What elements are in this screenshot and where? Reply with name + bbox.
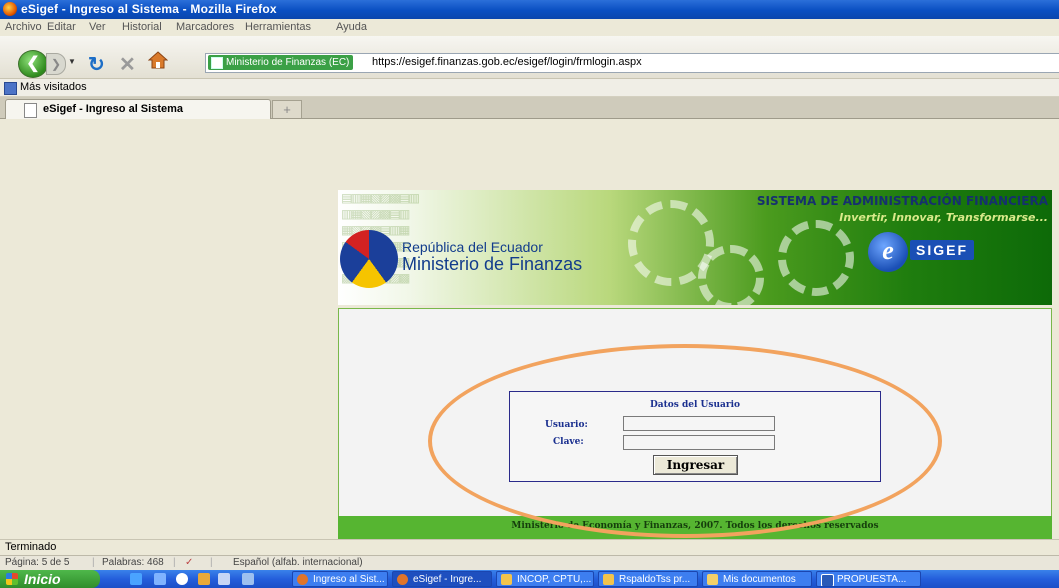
document-icon	[603, 574, 614, 585]
gear-decoration-icon	[698, 245, 764, 305]
taskbar-button-propuesta[interactable]: PROPUESTA...	[816, 571, 921, 587]
site-identity-button[interactable]: Ministerio de Finanzas (EC)	[208, 55, 354, 70]
taskbar-button-ingreso[interactable]: Ingreso al Sist...	[292, 571, 388, 587]
page-count[interactable]: Página: 5 de 5	[5, 557, 70, 568]
windows-taskbar: Inicio Ingreso al Sist... eSigef - Ingre…	[0, 570, 1059, 588]
word-count[interactable]: Palabras: 468	[102, 557, 164, 568]
slogan: Invertir, Innovar, Transformarse...	[839, 211, 1048, 224]
highlight-ellipse-annotation	[428, 344, 942, 538]
taskbar-button-incop[interactable]: INCOP, CPTU,...	[496, 571, 594, 587]
republic-text: República del Ecuador	[402, 239, 543, 255]
menu-historial[interactable]: Historial	[122, 21, 162, 33]
folder-icon	[707, 574, 718, 585]
menu-marcadores[interactable]: Marcadores	[176, 21, 234, 33]
ministry-text: Ministerio de Finanzas	[402, 254, 583, 274]
firefox-icon	[397, 574, 408, 585]
bookmark-most-visited[interactable]: Más visitados	[20, 81, 87, 93]
browser-status-bar: Terminado	[0, 539, 1059, 555]
windows-logo-icon	[6, 573, 18, 585]
show-desktop-icon[interactable]	[154, 573, 166, 585]
esigef-logo: e SIGEF	[868, 232, 998, 272]
navigation-toolbar: ❮ ❯ ▼ ↻ ✕ Ministerio de Finanzas (EC) ht…	[0, 36, 1059, 79]
tab-bar: eSigef - Ingreso al Sistema +	[0, 97, 1059, 119]
back-button[interactable]: ❮	[18, 50, 48, 78]
start-button[interactable]: Inicio	[0, 570, 100, 588]
address-bar[interactable]: Ministerio de Finanzas (EC) https://esig…	[205, 53, 1059, 73]
taskbar-button-esigef[interactable]: eSigef - Ingre...	[392, 571, 492, 587]
url-text[interactable]: https://esigef.finanzas.gob.ec/esigef/lo…	[372, 56, 642, 68]
taskbar-button-label: Ingreso al Sist...	[313, 574, 385, 585]
window-quicklaunch-icon[interactable]	[218, 573, 230, 585]
media-player-icon[interactable]	[176, 573, 188, 585]
status-text: Terminado	[5, 541, 57, 553]
taskbar-button-label: INCOP, CPTU,...	[517, 574, 592, 585]
firefox-icon	[3, 2, 17, 16]
folder-quicklaunch-icon[interactable]	[198, 573, 210, 585]
firefox-icon	[297, 574, 308, 585]
esigef-logo-text: SIGEF	[910, 240, 975, 260]
stop-icon[interactable]: ✕	[119, 52, 136, 77]
window-title: eSigef - Ingreso al Sistema - Mozilla Fi…	[21, 2, 277, 16]
taskbar-button-rspaldo[interactable]: RspaldoTss pr...	[598, 571, 698, 587]
word-status-bar: Página: 5 de 5 | Palabras: 468 | ✓ | Esp…	[0, 555, 1059, 570]
history-dropdown-icon[interactable]: ▼	[68, 57, 76, 66]
taskbar-button-mis-documentos[interactable]: Mis documentos	[702, 571, 812, 587]
menu-bar: Archivo Editar Ver Historial Marcadores …	[0, 19, 1059, 36]
word-icon	[821, 574, 834, 586]
app-quicklaunch-icon[interactable]	[242, 573, 254, 585]
start-label: Inicio	[24, 571, 61, 587]
sigef-banner: ▤▥▦▧▨▩▤▥▥▦▧▨▩▤▥▦▧▨▩▤▥▦▧▨▩▤▥▦▧▨▩▤▥▦▧▨▩▤▥▦…	[338, 190, 1052, 305]
gear-decoration-icon	[778, 220, 854, 296]
taskbar-button-label: RspaldoTss pr...	[619, 574, 691, 585]
internet-explorer-icon[interactable]	[130, 573, 142, 585]
menu-editar[interactable]: Editar	[47, 21, 76, 33]
menu-ver[interactable]: Ver	[89, 21, 106, 33]
site-favicon-icon	[211, 57, 223, 69]
esigef-e-icon: e	[868, 232, 908, 272]
home-icon[interactable]	[148, 50, 168, 70]
menu-ayuda[interactable]: Ayuda	[336, 21, 367, 33]
forward-button[interactable]: ❯	[46, 53, 66, 75]
taskbar-button-label: eSigef - Ingre...	[413, 574, 482, 585]
tab-esigef[interactable]: eSigef - Ingreso al Sistema	[5, 99, 271, 119]
bookmarks-toolbar: Más visitados	[0, 79, 1059, 97]
spelling-check-icon[interactable]: ✓	[185, 557, 193, 568]
ministry-emblem-icon	[340, 230, 398, 288]
page-icon	[24, 103, 37, 118]
taskbar-button-label: PROPUESTA...	[837, 574, 907, 585]
taskbar-button-label: Mis documentos	[723, 574, 796, 585]
window-title-bar[interactable]: eSigef - Ingreso al Sistema - Mozilla Fi…	[0, 0, 1059, 19]
system-name: SISTEMA DE ADMINISTRACIÓN FINANCIERA	[756, 194, 1048, 208]
menu-archivo[interactable]: Archivo	[5, 21, 42, 33]
menu-herramientas[interactable]: Herramientas	[245, 21, 311, 33]
document-icon	[501, 574, 512, 585]
language-indicator[interactable]: Español (alfab. internacional)	[233, 557, 363, 568]
reload-icon[interactable]: ↻	[88, 52, 105, 77]
tab-label: eSigef - Ingreso al Sistema	[43, 103, 183, 115]
new-tab-button[interactable]: +	[272, 100, 302, 118]
bookmark-folder-icon	[4, 82, 17, 95]
site-identity-label: Ministerio de Finanzas (EC)	[226, 57, 350, 68]
